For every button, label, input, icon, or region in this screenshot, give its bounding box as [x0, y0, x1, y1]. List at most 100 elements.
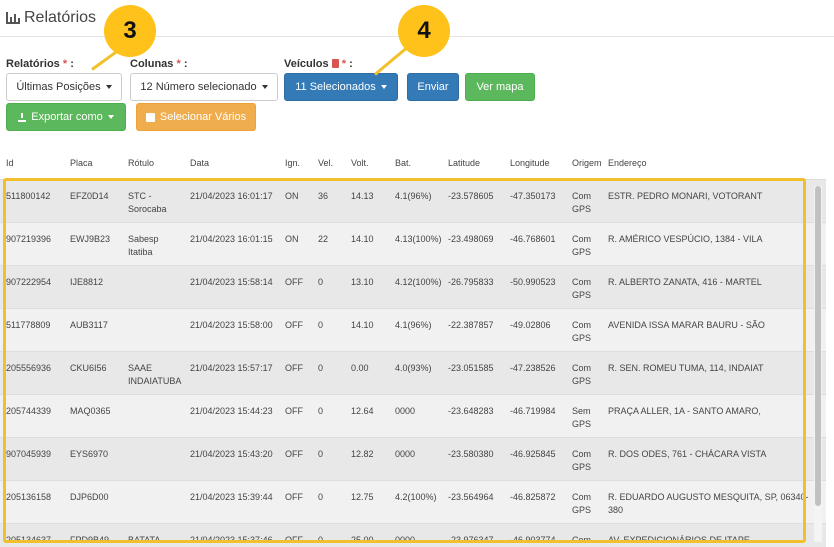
- check-square-icon: [145, 112, 155, 122]
- table-cell: 21/04/2023 15:43:20: [184, 436, 279, 480]
- table-cell: [122, 393, 184, 437]
- results-table-container: Id Placa Rótulo Data Ign. Vel. Volt. Bat. Latitu…: [0, 147, 834, 547]
- caret-down-icon: [105, 85, 112, 89]
- table-cell: 0: [312, 307, 345, 351]
- table-cell: 0: [312, 393, 345, 437]
- veiculos-select-value: 11 Selecionados: [295, 81, 376, 93]
- table-cell: AUB3117: [64, 307, 122, 351]
- exportar-label: Exportar como: [31, 111, 103, 123]
- table-cell: 21/04/2023 16:01:17: [184, 178, 279, 222]
- table-cell: OFF: [279, 436, 312, 480]
- ver-mapa-button[interactable]: Ver mapa: [465, 73, 535, 101]
- colunas-select[interactable]: 12 Número selecionado: [130, 73, 278, 101]
- table-cell: BATATA: [122, 522, 184, 547]
- table-cell: -50.990523: [504, 264, 566, 308]
- table-cell: 205744339: [0, 393, 64, 437]
- table-cell: 21/04/2023 15:44:23: [184, 393, 279, 437]
- table-row[interactable]: 511800142 EFZ0D14 STC - Sorocaba 21/04/2023…: [0, 178, 826, 222]
- column-header[interactable]: Placa: [64, 147, 122, 180]
- table-row[interactable]: 205556936 CKU6I56 SAAE INDAIATUBA 21/04/202…: [0, 350, 826, 394]
- table-cell: -23.580380: [442, 436, 504, 480]
- column-header[interactable]: Vel.: [312, 147, 345, 180]
- column-header[interactable]: Latitude: [442, 147, 504, 180]
- table-cell: Sem GPS: [566, 393, 602, 437]
- table-cell: 21/04/2023 15:39:44: [184, 479, 279, 523]
- table-cell: ON: [279, 221, 312, 265]
- callout-badge-4: 4: [398, 5, 450, 57]
- selecionar-varios-label: Selecionar Vários: [159, 111, 247, 123]
- table-row[interactable]: 205744339 MAQ0365 21/04/2023 15:44:23 OFF 0 1…: [0, 393, 826, 437]
- relatorios-label: Relatórios * :: [6, 58, 74, 70]
- table-cell: OFF: [279, 350, 312, 394]
- veiculos-label: Veículos * :: [284, 58, 353, 70]
- table-cell: R. SEN. ROMEU TUMA, 114, INDAIAT: [602, 350, 826, 394]
- enviar-button[interactable]: Enviar: [407, 73, 459, 101]
- table-cell: R. AMÉRICO VESPÚCIO, 1384 - VILA: [602, 221, 826, 265]
- table-cell: 4.2(100%): [389, 479, 442, 523]
- caret-down-icon: [380, 85, 387, 89]
- selecionar-varios-button[interactable]: Selecionar Vários: [136, 103, 256, 131]
- scrollbar-thumb[interactable]: [815, 186, 821, 506]
- table-cell: 0: [312, 350, 345, 394]
- table-cell: OFF: [279, 307, 312, 351]
- table-cell: 205134637: [0, 522, 64, 547]
- table-row[interactable]: 511778809 AUB3117 21/04/2023 15:58:00 OFF 0 1…: [0, 307, 826, 351]
- table-cell: 4.0(93%): [389, 350, 442, 394]
- table-cell: 12.82: [345, 436, 389, 480]
- table-cell: [122, 436, 184, 480]
- table-row[interactable]: 205136158 DJP6D00 21/04/2023 15:39:44 OFF 0 1…: [0, 479, 826, 523]
- table-cell: -23.976347: [442, 522, 504, 547]
- table-cell: -23.564964: [442, 479, 504, 523]
- table-row[interactable]: 907222954 IJE8812 21/04/2023 15:58:14 OFF 0 1…: [0, 264, 826, 308]
- table-cell: -46.925845: [504, 436, 566, 480]
- table-cell: CKU6I56: [64, 350, 122, 394]
- relatorios-select[interactable]: Últimas Posições: [6, 73, 122, 101]
- column-header[interactable]: Id: [0, 147, 64, 180]
- caret-down-icon: [261, 85, 268, 89]
- table-cell: 0000: [389, 522, 442, 547]
- table-cell: Com GPS: [566, 178, 602, 222]
- exportar-button[interactable]: Exportar como: [6, 103, 126, 131]
- relatorios-select-value: Últimas Posições: [16, 81, 101, 93]
- column-header[interactable]: Endereço: [602, 147, 826, 180]
- column-header[interactable]: Bat.: [389, 147, 442, 180]
- table-row[interactable]: 907045939 EYS6970 21/04/2023 15:43:20 OFF 0 1…: [0, 436, 826, 480]
- table-row[interactable]: 205134637 FPD9B49 BATATA 21/04/2023 15:37:4…: [0, 522, 826, 547]
- table-cell: -46.825872: [504, 479, 566, 523]
- table-cell: 21/04/2023 15:37:46: [184, 522, 279, 547]
- table-cell: 4.1(96%): [389, 307, 442, 351]
- table-cell: -49.02806: [504, 307, 566, 351]
- table-cell: 21/04/2023 16:01:15: [184, 221, 279, 265]
- table-cell: 13.10: [345, 264, 389, 308]
- table-cell: R. ALBERTO ZANATA, 416 - MARTEL: [602, 264, 826, 308]
- page-title-text: Relatórios: [24, 9, 97, 26]
- table-cell: [122, 479, 184, 523]
- table-cell: SAAE INDAIATUBA: [122, 350, 184, 394]
- table-cell: [122, 307, 184, 351]
- table-cell: MAQ0365: [64, 393, 122, 437]
- table-cell: -26.795833: [442, 264, 504, 308]
- table-cell: 21/04/2023 15:58:14: [184, 264, 279, 308]
- table-header-row: Id Placa Rótulo Data Ign. Vel. Volt. Bat. Latitu…: [0, 147, 826, 180]
- table-cell: -46.719984: [504, 393, 566, 437]
- column-header[interactable]: Data: [184, 147, 279, 180]
- column-header[interactable]: Ign.: [279, 147, 312, 180]
- table-scrollbar[interactable]: [814, 186, 822, 542]
- table-cell: PRAÇA ALLER, 1A - SANTO AMARO,: [602, 393, 826, 437]
- veiculos-select[interactable]: 11 Selecionados: [284, 73, 398, 101]
- table-row[interactable]: 907219396 EWJ9B23 Sabesp Itatiba 21/04/2023…: [0, 221, 826, 265]
- column-header[interactable]: Origem: [566, 147, 602, 180]
- column-header[interactable]: Longitude: [504, 147, 566, 180]
- table-cell: 4.13(100%): [389, 221, 442, 265]
- report-page: Relatórios Relatórios * : Colunas * : Ve…: [0, 0, 834, 547]
- callout-4-pointer: [374, 47, 407, 76]
- table-cell: -46.768601: [504, 221, 566, 265]
- caret-down-icon: [107, 115, 114, 119]
- table-cell: 907045939: [0, 436, 64, 480]
- table-cell: IJE8812: [64, 264, 122, 308]
- column-header[interactable]: Rótulo: [122, 147, 184, 180]
- column-header[interactable]: Volt.: [345, 147, 389, 180]
- trash-icon[interactable]: [331, 59, 339, 68]
- colunas-select-value: 12 Número selecionado: [140, 81, 257, 93]
- table-cell: Com GPS: [566, 350, 602, 394]
